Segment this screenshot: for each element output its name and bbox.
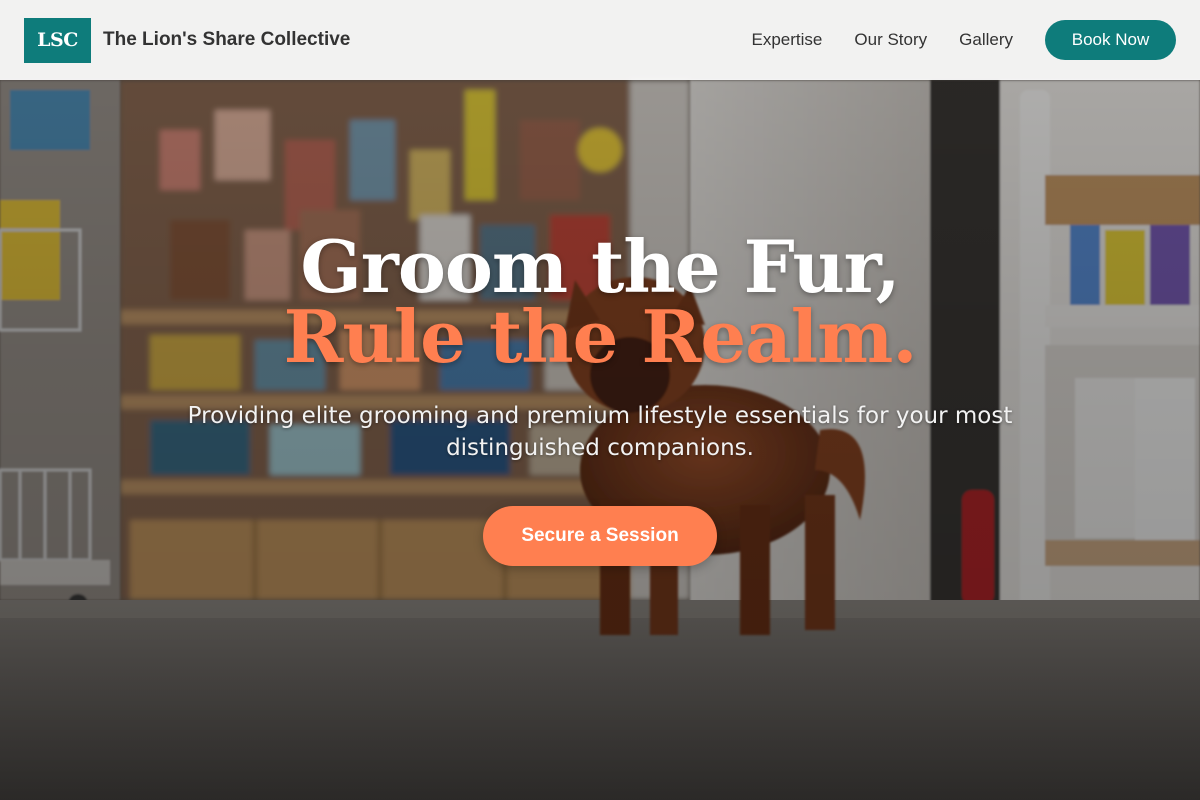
book-now-button[interactable]: Book Now xyxy=(1045,20,1176,60)
hero-headline-line2: Rule the Realm. xyxy=(283,294,918,379)
brand-name[interactable]: The Lion's Share Collective xyxy=(103,29,350,51)
nav-link-gallery[interactable]: Gallery xyxy=(959,30,1013,50)
brand[interactable]: LSC The Lion's Share Collective xyxy=(24,17,350,63)
hero-content: Groom the Fur, Rule the Realm. Providing… xyxy=(0,224,1200,566)
hero-subtitle: Providing elite grooming and premium lif… xyxy=(187,403,1013,461)
nav-links: Expertise Our Story Gallery Book Now xyxy=(752,20,1176,60)
secure-session-button[interactable]: Secure a Session xyxy=(483,506,717,566)
hero-headline-line1: Groom the Fur, xyxy=(300,224,900,309)
nav-link-our-story[interactable]: Our Story xyxy=(854,30,927,50)
nav-link-expertise[interactable]: Expertise xyxy=(752,30,823,50)
top-navigation: LSC The Lion's Share Collective Expertis… xyxy=(0,0,1200,80)
logo-badge[interactable]: LSC xyxy=(24,17,91,63)
hero-headline: Groom the Fur, Rule the Realm. xyxy=(0,224,1200,379)
